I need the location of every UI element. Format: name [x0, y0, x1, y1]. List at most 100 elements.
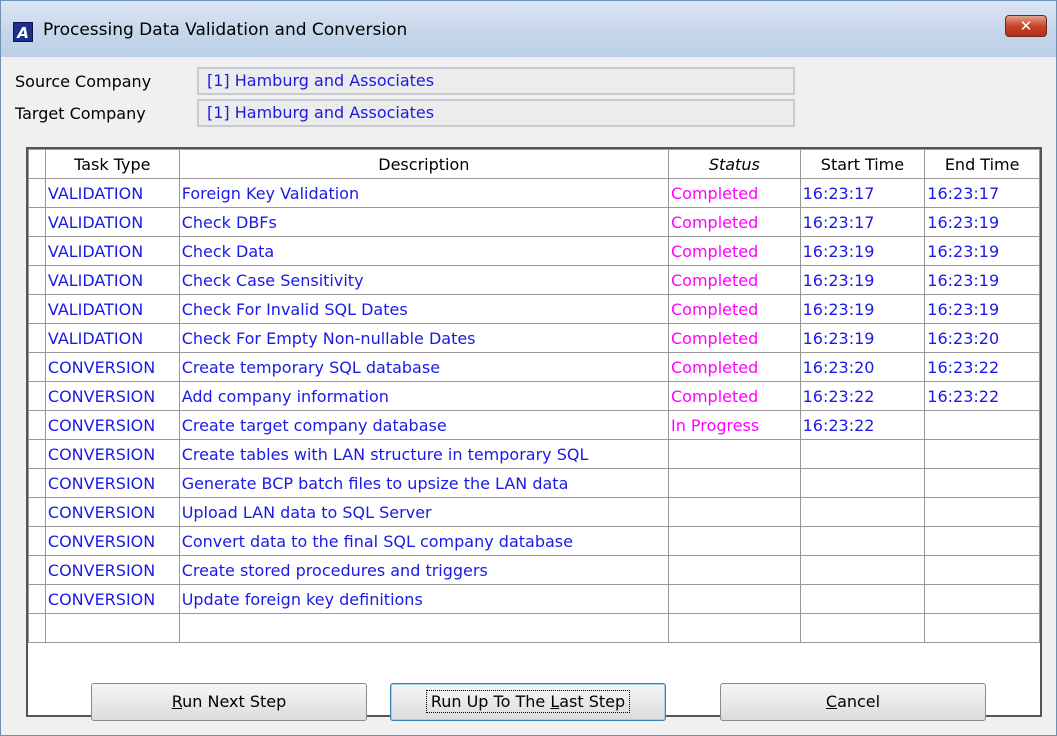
row-selector[interactable]: [28, 236, 46, 266]
cell-description: Check DBFs: [178, 207, 669, 237]
target-company-label: Target Company: [15, 104, 146, 123]
cell-description: Upload LAN data to SQL Server: [178, 497, 669, 527]
cell-status: [667, 555, 801, 585]
row-selector[interactable]: [28, 468, 46, 498]
row-selector[interactable]: [28, 497, 46, 527]
source-company-label: Source Company: [15, 72, 152, 91]
cell-end-time: 16:23:20: [924, 323, 1040, 353]
cell-start-time: [799, 613, 926, 643]
column-header-start-time[interactable]: Start Time: [799, 149, 926, 179]
cell-end-time: 16:23:19: [924, 294, 1040, 324]
cell-end-time: [924, 410, 1040, 440]
row-selector[interactable]: [28, 439, 46, 469]
cell-status: Completed: [667, 294, 801, 324]
dialog-client-area: Source Company [1] Hamburg and Associate…: [9, 57, 1047, 729]
table-row[interactable]: VALIDATION Check DBFs Completed 16:23:17 16:…: [28, 207, 1040, 237]
cell-status: [667, 497, 801, 527]
table-row[interactable]: VALIDATION Foreign Key Validation Complete…: [28, 178, 1040, 208]
cell-description: Check For Empty Non-nullable Dates: [178, 323, 669, 353]
cell-task-type: VALIDATION: [44, 207, 180, 237]
row-selector[interactable]: [28, 265, 46, 295]
cell-task-type: CONVERSION: [44, 468, 180, 498]
run-next-step-button[interactable]: Run Next Step: [91, 683, 367, 721]
row-selector[interactable]: [28, 294, 46, 324]
row-selector[interactable]: [28, 323, 46, 353]
close-button[interactable]: ✕: [1005, 15, 1047, 37]
target-company-field: [1] Hamburg and Associates: [197, 99, 795, 127]
cell-status: [667, 526, 801, 556]
row-selector[interactable]: [28, 555, 46, 585]
row-selector[interactable]: [28, 352, 46, 382]
table-row[interactable]: CONVERSION Upload LAN data to SQL Server: [28, 497, 1040, 527]
column-header-task-type[interactable]: Task Type: [44, 149, 180, 179]
cell-task-type: VALIDATION: [44, 323, 180, 353]
cell-end-time: [924, 468, 1040, 498]
table-row[interactable]: CONVERSION Create target company database…: [28, 410, 1040, 440]
cell-status: In Progress: [667, 410, 801, 440]
row-selector[interactable]: [28, 613, 46, 643]
cell-description: Check For Invalid SQL Dates: [178, 294, 669, 324]
row-selector[interactable]: [28, 207, 46, 237]
cell-status: Completed: [667, 352, 801, 382]
cell-end-time: [924, 555, 1040, 585]
table-row[interactable]: CONVERSION Update foreign key definitions: [28, 584, 1040, 614]
title-bar[interactable]: A Processing Data Validation and Convers…: [1, 1, 1056, 57]
column-header-end-time[interactable]: End Time: [924, 149, 1040, 179]
cell-end-time: [924, 584, 1040, 614]
cell-description: Generate BCP batch files to upsize the L…: [178, 468, 669, 498]
table-row[interactable]: CONVERSION Generate BCP batch files to up…: [28, 468, 1040, 498]
table-row[interactable]: CONVERSION Create tables with LAN structu…: [28, 439, 1040, 469]
row-selector[interactable]: [28, 381, 46, 411]
column-header-description[interactable]: Description: [178, 149, 669, 179]
row-selector[interactable]: [28, 178, 46, 208]
cell-end-time: [924, 526, 1040, 556]
cell-status: Completed: [667, 236, 801, 266]
cell-description: Convert data to the final SQL company da…: [178, 526, 669, 556]
cell-end-time: 16:23:19: [924, 265, 1040, 295]
cell-start-time: 16:23:17: [799, 178, 926, 208]
table-row[interactable]: VALIDATION Check For Empty Non-nullable D…: [28, 323, 1040, 353]
run-up-to-last-step-button[interactable]: Run Up To The Last Step: [390, 683, 666, 721]
cell-task-type: CONVERSION: [44, 497, 180, 527]
cell-description: Create tables with LAN structure in temp…: [178, 439, 669, 469]
cell-status: Completed: [667, 323, 801, 353]
task-grid[interactable]: Task Type Description Status Start Time …: [26, 147, 1042, 717]
cell-description: Foreign Key Validation: [178, 178, 669, 208]
cell-start-time: 16:23:19: [799, 294, 926, 324]
cell-task-type: VALIDATION: [44, 294, 180, 324]
table-row[interactable]: VALIDATION Check For Invalid SQL Dates Com…: [28, 294, 1040, 324]
cell-end-time: 16:23:17: [924, 178, 1040, 208]
row-selector[interactable]: [28, 410, 46, 440]
cell-status: Completed: [667, 207, 801, 237]
cell-end-time: 16:23:19: [924, 236, 1040, 266]
grid-header-row: Task Type Description Status Start Time …: [28, 149, 1040, 179]
cell-status: [667, 613, 801, 643]
row-selector[interactable]: [28, 526, 46, 556]
task-table: Task Type Description Status Start Time …: [28, 149, 1040, 643]
table-row[interactable]: CONVERSION Create stored procedures and t…: [28, 555, 1040, 585]
cell-end-time: 16:23:19: [924, 207, 1040, 237]
cell-start-time: [799, 439, 926, 469]
cell-start-time: 16:23:22: [799, 381, 926, 411]
cell-start-time: [799, 555, 926, 585]
cell-status: [667, 468, 801, 498]
cell-end-time: 16:23:22: [924, 352, 1040, 382]
table-row[interactable]: VALIDATION Check Data Completed 16:23:19 16:…: [28, 236, 1040, 266]
table-row[interactable]: CONVERSION Add company information Complet…: [28, 381, 1040, 411]
source-company-field: [1] Hamburg and Associates: [197, 67, 795, 95]
table-row[interactable]: CONVERSION Create temporary SQL database C…: [28, 352, 1040, 382]
cancel-button[interactable]: Cancel: [720, 683, 986, 721]
cell-task-type: CONVERSION: [44, 381, 180, 411]
app-logo-icon: A: [13, 22, 33, 42]
row-selector[interactable]: [28, 584, 46, 614]
cell-description: Check Case Sensitivity: [178, 265, 669, 295]
cell-task-type: VALIDATION: [44, 178, 180, 208]
cell-task-type: CONVERSION: [44, 584, 180, 614]
table-row[interactable]: [28, 613, 1040, 643]
table-row[interactable]: CONVERSION Convert data to the final SQL …: [28, 526, 1040, 556]
column-header-status[interactable]: Status: [667, 149, 801, 179]
cell-description: Create temporary SQL database: [178, 352, 669, 382]
cell-start-time: 16:23:19: [799, 265, 926, 295]
cell-end-time: [924, 613, 1040, 643]
table-row[interactable]: VALIDATION Check Case Sensitivity Complete…: [28, 265, 1040, 295]
